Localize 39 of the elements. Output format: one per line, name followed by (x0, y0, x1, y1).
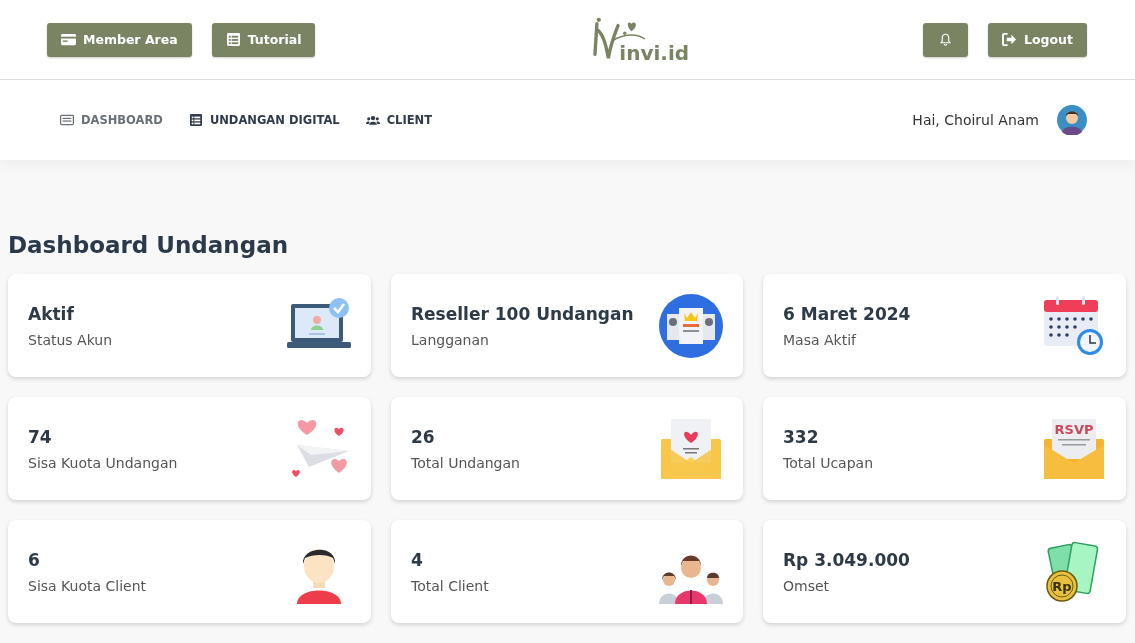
users-icon (365, 114, 380, 126)
stat-label: Sisa Kuota Client (28, 577, 147, 594)
stat-label: Masa Aktif (783, 331, 858, 348)
stat-label: Langganan (411, 331, 490, 348)
envelope-heart-icon (659, 416, 723, 481)
stat-label: Omset (783, 577, 831, 594)
logout-button[interactable]: Logout (988, 22, 1087, 57)
card-icon (61, 33, 76, 46)
card-icon (60, 114, 74, 126)
stat-label: Total Client (411, 577, 489, 594)
header-button[interactable]: Member Area (47, 22, 192, 57)
list-icon (225, 33, 241, 46)
list-icon (188, 114, 203, 126)
stat-label: Sisa Kuota Undangan (28, 454, 178, 471)
stat-value: Reseller 100 Undangan (411, 303, 634, 324)
header-button[interactable]: Tutorial (211, 22, 316, 57)
nav-link[interactable]: CLIENT (365, 113, 432, 127)
stat-label: Total Ucapan (783, 454, 873, 471)
stat-value: Rp 3.049.000 (783, 549, 910, 570)
stat-value: 26 (411, 426, 436, 447)
bell-icon (938, 33, 953, 46)
stat-value: Aktif (28, 303, 75, 324)
avatar-icon[interactable] (1057, 105, 1087, 135)
notification-button[interactable] (923, 22, 968, 57)
stat-value: 6 Maret 2024 (783, 303, 911, 324)
logo-text: invi.id (619, 40, 690, 65)
stat-value: 6 (28, 549, 41, 570)
stat-value: 332 (783, 426, 820, 447)
certificate-icon (659, 293, 723, 358)
nav-link[interactable]: UNDANGAN DIGITAL (188, 113, 340, 127)
user-greeting: Hai, Choirul Anam (912, 112, 1039, 128)
logout-icon (1002, 33, 1017, 46)
page-title: Dashboard Undangan (8, 232, 290, 258)
stat-label: Total Undangan (411, 454, 520, 471)
nav-link[interactable]: DASHBOARD (60, 113, 163, 127)
stat-label: Status Akun (28, 331, 113, 348)
calendar-icon (1042, 293, 1106, 358)
stat-value: 4 (411, 549, 424, 570)
stat-value: 74 (28, 426, 53, 447)
